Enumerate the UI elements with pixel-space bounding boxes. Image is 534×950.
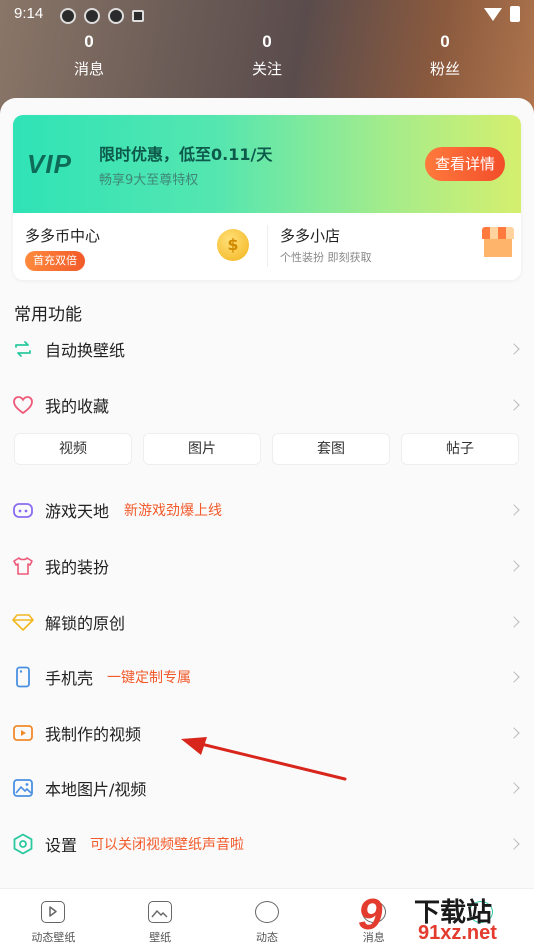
planet-icon (254, 901, 279, 923)
menu-item-tag: 新游戏劲爆上线 (124, 503, 222, 519)
image-icon (12, 777, 34, 799)
shop-icon (482, 227, 514, 257)
vip-subtitle: 畅享9大至尊特权 (99, 173, 199, 188)
menu-item-label: 游戏天地 (45, 502, 110, 521)
vip-card: VIP 限时优惠，低至0.11/天 畅享9大至尊特权 查看详情 多多币中心 首充… (13, 115, 521, 280)
battery-icon (510, 6, 520, 22)
profile-stats: 0 消息 0 关注 0 粉丝 (0, 32, 534, 79)
tab-label: 壁纸 (149, 931, 172, 944)
vip-logo: VIP (27, 149, 72, 179)
stat-followers[interactable]: 0 粉丝 (356, 32, 534, 79)
tab-wallpaper[interactable]: 壁纸 (107, 889, 214, 950)
app-notification-icon (108, 8, 124, 24)
vip-banner[interactable]: VIP 限时优惠，低至0.11/天 畅享9大至尊特权 查看详情 (13, 115, 521, 213)
video-icon (12, 722, 34, 744)
tab-label: 动态 (255, 931, 278, 944)
watermark-logo: 9 (358, 890, 383, 939)
stat-label: 消息 (73, 60, 104, 78)
watermark-url: 91xz.net (418, 922, 497, 944)
stat-label: 粉丝 (429, 60, 460, 78)
wifi-icon (484, 7, 502, 21)
coin-icon: $ (217, 229, 249, 261)
picture-icon (148, 901, 173, 923)
menu-item-label: 我的收藏 (45, 397, 110, 416)
menu-item-label: 设置 (45, 836, 78, 855)
chevron-right-icon (508, 838, 520, 850)
view-details-button[interactable]: 查看详情 (425, 147, 505, 181)
menu-item-tag: 可以关闭视频壁纸声音啦 (90, 837, 244, 853)
diamond-icon (12, 611, 34, 633)
chip-post[interactable]: 帖子 (401, 433, 519, 465)
stat-following[interactable]: 0 关注 (178, 32, 356, 79)
tab-live-wallpaper[interactable]: 动态壁纸 (0, 889, 107, 950)
play-icon (41, 901, 66, 923)
first-charge-badge: 首充双倍 (25, 251, 85, 271)
notification-icons (60, 8, 144, 24)
heart-icon (12, 394, 34, 416)
tab-label: 动态壁纸 (31, 931, 76, 944)
shirt-icon (12, 555, 34, 577)
menu-item-label: 解锁的原创 (45, 614, 126, 633)
chevron-right-icon (508, 616, 520, 628)
chip-video[interactable]: 视频 (14, 433, 132, 465)
menu-item-games[interactable]: 游戏天地 新游戏劲爆上线 (0, 483, 534, 537)
menu-item-label: 我制作的视频 (45, 725, 142, 744)
coin-center-card[interactable]: 多多币中心 首充双倍 $ (13, 213, 267, 280)
chevron-right-icon (508, 343, 520, 355)
gamepad-icon (12, 499, 34, 521)
stat-number: 0 (84, 32, 94, 51)
site-watermark: 9 下载站 91xz.net (358, 888, 528, 948)
vip-title: 限时优惠，低至0.11/天 (99, 145, 273, 164)
chevron-right-icon (508, 671, 520, 683)
menu-item-settings[interactable]: 设置 可以关闭视频壁纸声音啦 (0, 817, 534, 871)
tab-feed[interactable]: 动态 (214, 889, 321, 950)
shop-title: 多多小店 (280, 227, 341, 245)
menu-item-label: 自动换壁纸 (45, 341, 126, 360)
menu-item-favorites[interactable]: 我的收藏 (0, 378, 534, 432)
menu-item-tag: 一键定制专属 (107, 670, 191, 686)
chevron-right-icon (508, 782, 520, 794)
chevron-right-icon (508, 504, 520, 516)
status-bar: 9:14 (0, 0, 534, 30)
settings-icon (12, 833, 34, 855)
shop-subtitle: 个性装扮 即刻获取 (280, 251, 372, 264)
menu-item-unlocked-originals[interactable]: 解锁的原创 (0, 595, 534, 649)
app-notification-icon (60, 8, 76, 24)
a-notification-icon (132, 10, 144, 22)
menu-item-label: 本地图片/视频 (45, 780, 147, 799)
annotation-arrow (181, 737, 347, 781)
menu-item-phone-case[interactable]: 手机壳 一键定制专属 (0, 650, 534, 704)
menu-item-label: 手机壳 (45, 669, 94, 688)
menu-item-dress-up[interactable]: 我的装扮 (0, 539, 534, 593)
shop-card[interactable]: 多多小店 个性装扮 即刻获取 (267, 225, 521, 267)
stat-messages[interactable]: 0 消息 (0, 32, 178, 79)
coin-center-title: 多多币中心 (25, 227, 101, 245)
chevron-right-icon (508, 399, 520, 411)
refresh-icon (12, 338, 34, 360)
stat-number: 0 (262, 32, 272, 51)
favorites-chips: 视频 图片 套图 帖子 (14, 433, 520, 465)
phone-icon (12, 666, 34, 688)
status-time: 9:14 (14, 5, 44, 22)
stat-number: 0 (440, 32, 450, 51)
menu-item-label: 我的装扮 (45, 558, 110, 577)
menu-item-auto-wallpaper[interactable]: 自动换壁纸 (0, 322, 534, 376)
stat-label: 关注 (251, 60, 282, 78)
app-notification-icon (84, 8, 100, 24)
chevron-right-icon (508, 727, 520, 739)
chevron-right-icon (508, 560, 520, 572)
chip-set[interactable]: 套图 (272, 433, 390, 465)
chip-image[interactable]: 图片 (143, 433, 261, 465)
